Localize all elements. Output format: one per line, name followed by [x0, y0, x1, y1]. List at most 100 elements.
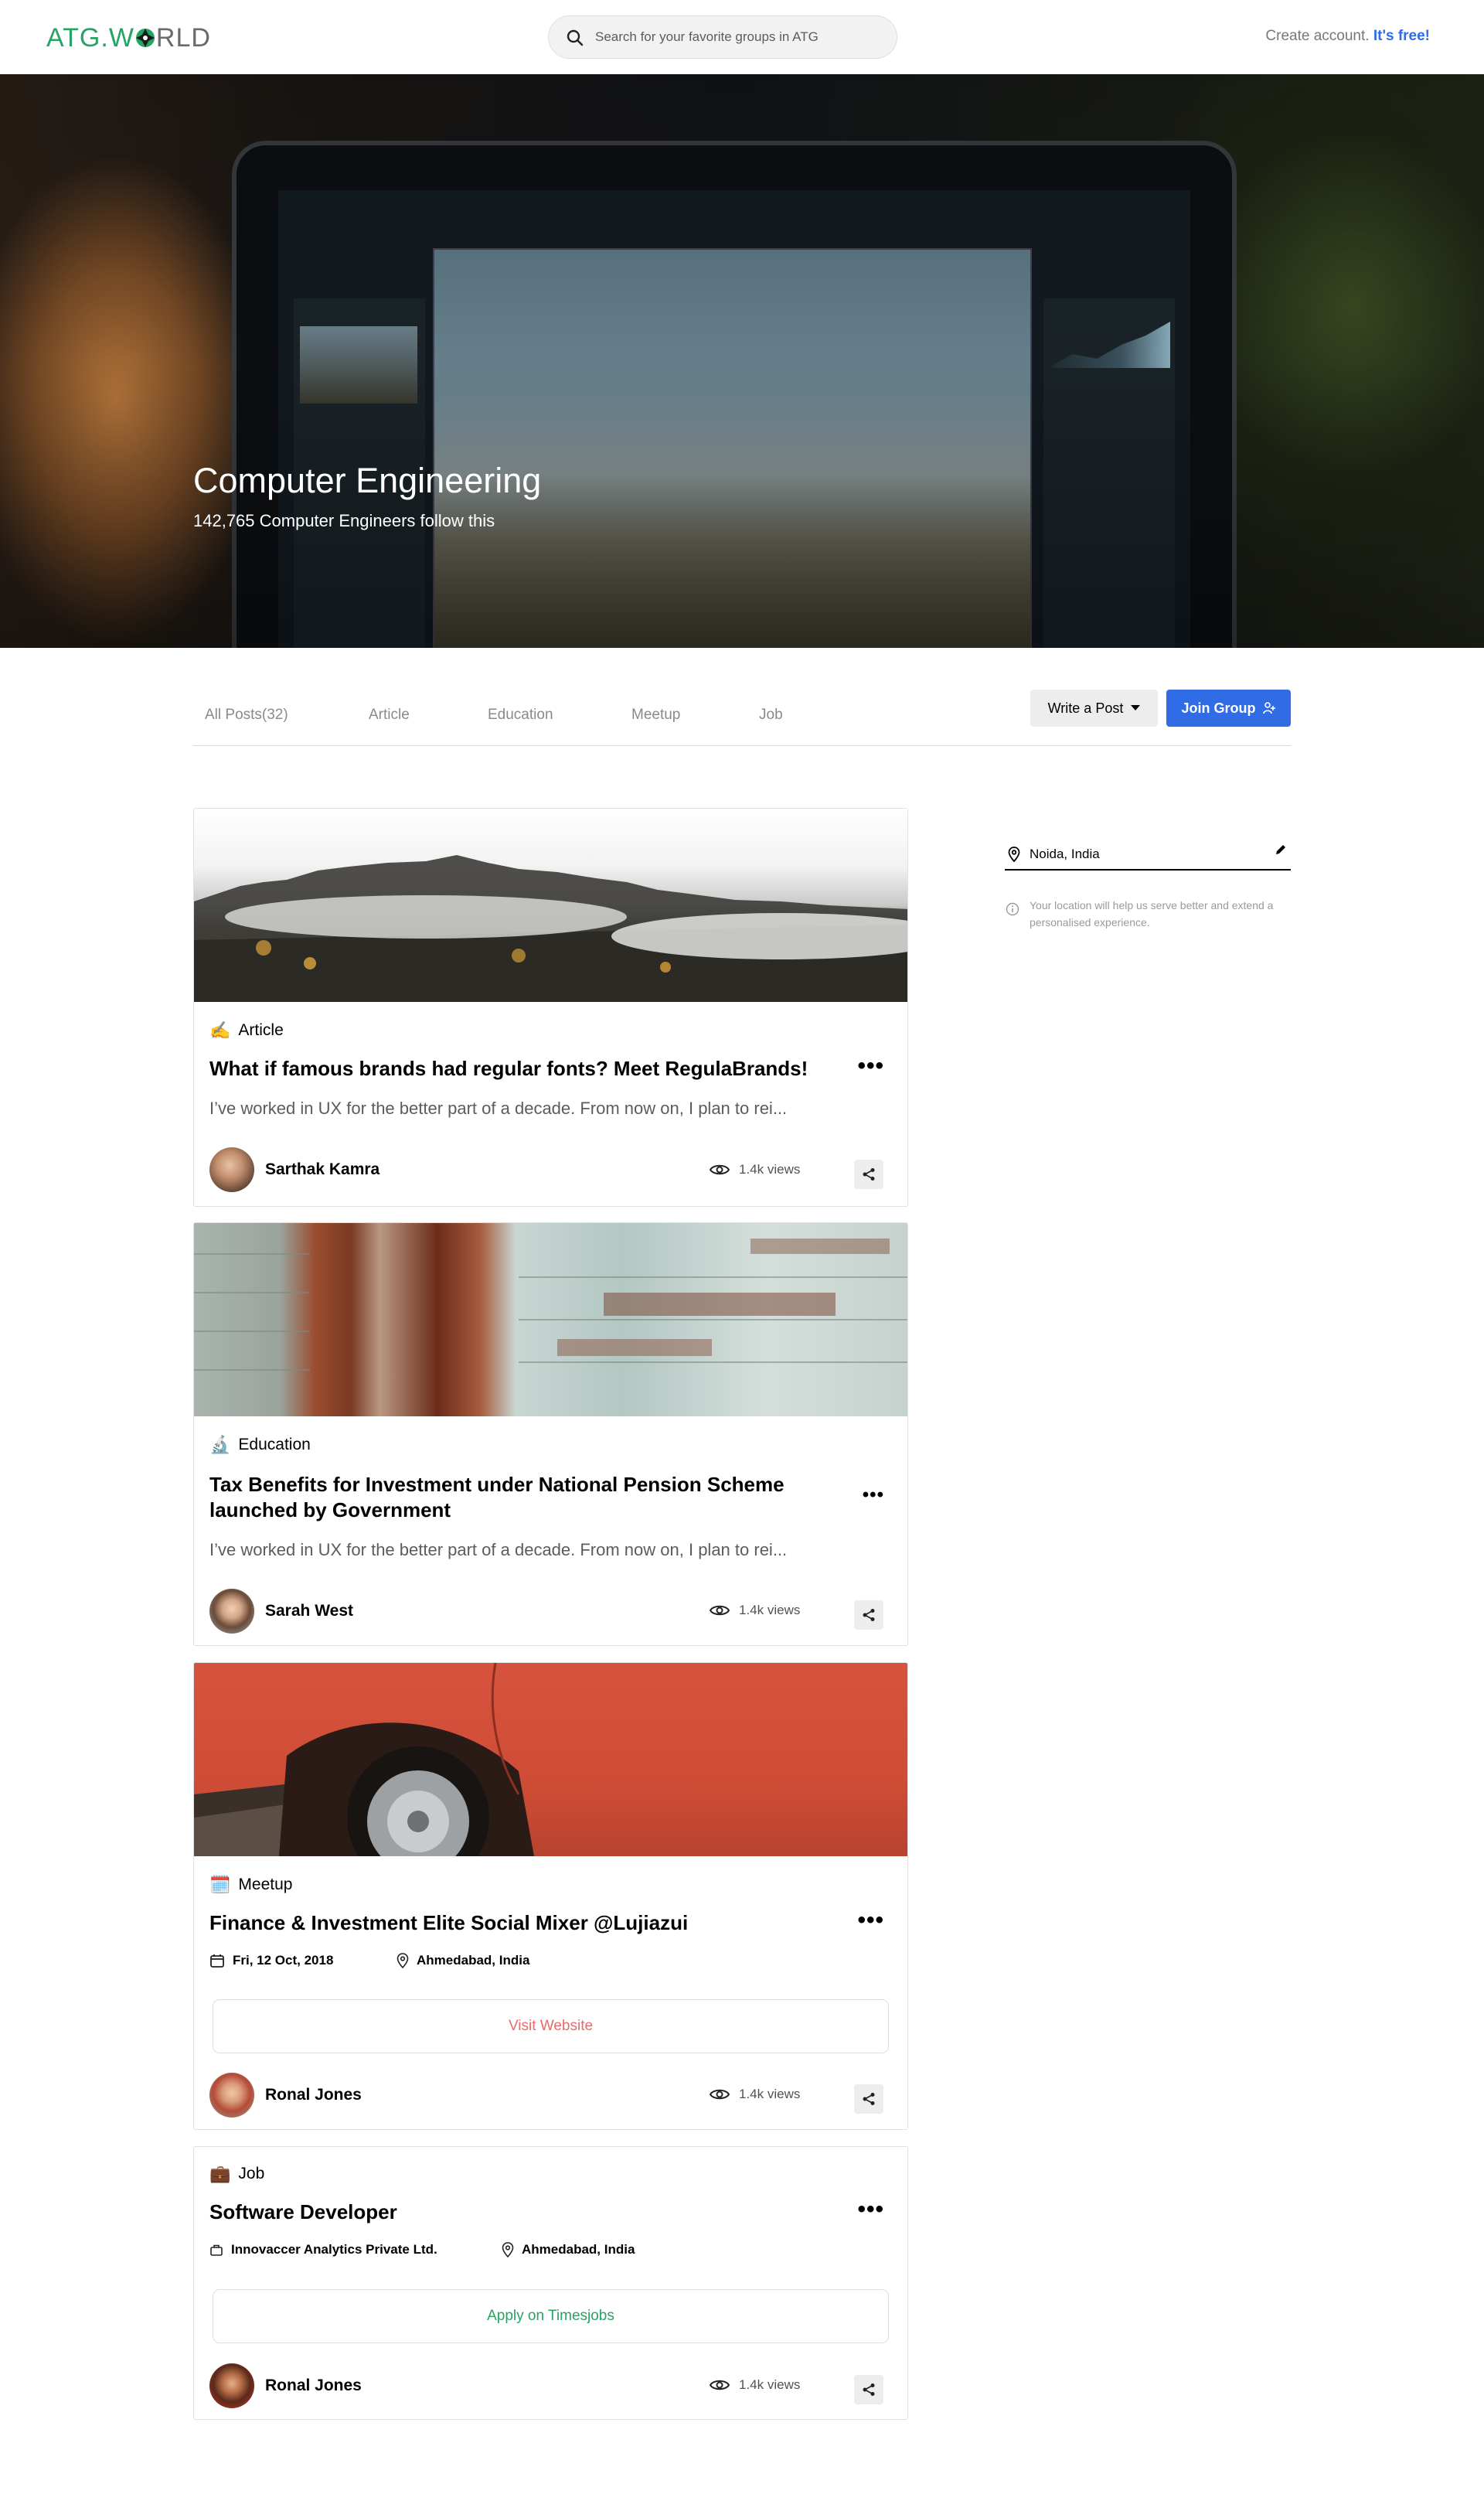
event-location-text: Ahmedabad, India	[417, 1953, 530, 1968]
share-button[interactable]	[854, 1160, 883, 1189]
logo-text-right: RLD	[155, 23, 211, 53]
share-icon	[863, 2093, 875, 2105]
post-excerpt: I’ve worked in UX for the better part of…	[209, 1540, 788, 1559]
job-location: Ahmedabad, India	[502, 2242, 635, 2257]
group-followers: 142,765 Computer Engineers follow this	[193, 511, 495, 530]
post-category: 💼 Job	[209, 2164, 264, 2184]
location-value: Noida, India	[1030, 847, 1100, 861]
post-author[interactable]: Ronal Jones	[209, 2363, 362, 2408]
avatar	[209, 2073, 254, 2118]
search-icon	[567, 29, 584, 46]
category-label: Article	[238, 1021, 284, 1039]
avatar	[209, 2363, 254, 2408]
category-label: Job	[238, 2165, 265, 2182]
job-company-text: Innovaccer Analytics Private Ltd.	[231, 2242, 437, 2257]
calendar-icon: 🗓️	[209, 1875, 231, 1894]
share-button[interactable]	[854, 2084, 883, 2114]
create-account-link[interactable]: Create account. It's free!	[1265, 28, 1430, 45]
post-author[interactable]: Sarah West	[209, 1589, 353, 1634]
post-image	[194, 1223, 907, 1416]
logo-text-left: ATG.W	[46, 23, 134, 53]
avatar	[209, 1589, 254, 1634]
visit-website-button[interactable]: Visit Website	[213, 1999, 889, 2053]
search-input[interactable]: Search for your favorite groups in ATG	[548, 15, 897, 59]
job-company: Innovaccer Analytics Private Ltd.	[209, 2242, 437, 2257]
view-count: 1.4k views	[710, 1603, 800, 1618]
caret-down-icon	[1131, 705, 1141, 710]
event-location: Ahmedabad, India	[397, 1953, 529, 1968]
location-pin-icon	[1008, 847, 1020, 862]
post-author[interactable]: Sarthak Kamra	[209, 1147, 380, 1192]
top-navbar: ATG.W RLD Search for your favorite groups…	[0, 0, 1484, 74]
author-name: Sarthak Kamra	[265, 1160, 380, 1178]
edit-pencil-icon[interactable]	[1274, 843, 1288, 857]
share-button[interactable]	[854, 1600, 883, 1630]
tab-article[interactable]: Article	[369, 707, 410, 724]
group-title: Computer Engineering	[193, 461, 542, 500]
join-group-label: Join Group	[1181, 700, 1256, 716]
join-group-icon	[1262, 702, 1275, 714]
tab-job[interactable]: Job	[759, 707, 783, 724]
share-button[interactable]	[854, 2375, 883, 2404]
author-name: Ronal Jones	[265, 2377, 362, 2394]
more-options-icon[interactable]: •••	[857, 2196, 884, 2223]
view-count: 1.4k views	[710, 2377, 800, 2393]
post-title[interactable]: Software Developer	[209, 2199, 828, 2225]
share-icon	[863, 1168, 875, 1181]
post-category: 🗓️ Meetup	[209, 1875, 292, 1895]
post-card-job[interactable]: 💼 Job Software Developer ••• Innovaccer …	[193, 2146, 908, 2420]
eye-icon	[710, 1164, 730, 1175]
avatar	[209, 1147, 254, 1192]
tab-all-posts[interactable]: All Posts(32)	[205, 707, 288, 724]
apply-button[interactable]: Apply on Timesjobs	[213, 2289, 889, 2343]
tab-meetup[interactable]: Meetup	[631, 707, 680, 724]
briefcase-icon: 💼	[209, 2164, 231, 2183]
eye-icon	[710, 1605, 730, 1616]
view-count: 1.4k views	[710, 1162, 800, 1177]
location-note: Your location will help us serve better …	[1030, 899, 1274, 929]
author-name: Sarah West	[265, 1602, 353, 1620]
location-field[interactable]: Noida, India	[1005, 840, 1291, 871]
tab-education[interactable]: Education	[488, 707, 553, 724]
post-card-article[interactable]: ✍️ Article What if famous brands had reg…	[193, 808, 908, 1207]
post-card-meetup[interactable]: 🗓️ Meetup Finance & Investment Elite Soc…	[193, 1662, 908, 2130]
post-author[interactable]: Ronal Jones	[209, 2073, 362, 2118]
calendar-outline-icon	[210, 1954, 224, 1968]
views-label: 1.4k views	[739, 1603, 801, 1617]
category-label: Education	[238, 1436, 311, 1453]
views-label: 1.4k views	[739, 2087, 801, 2101]
more-options-icon[interactable]: •••	[857, 1053, 884, 1079]
account-cta: It's free!	[1373, 28, 1430, 44]
post-category: ✍️ Article	[209, 1021, 284, 1041]
company-bag-icon	[210, 2244, 223, 2256]
views-label: 1.4k views	[739, 1162, 801, 1177]
post-image	[194, 809, 907, 1002]
view-count: 1.4k views	[710, 2087, 800, 2102]
info-icon	[1006, 902, 1019, 916]
post-image	[194, 1663, 907, 1856]
post-title[interactable]: What if famous brands had regular fonts?…	[209, 1056, 828, 1082]
post-title[interactable]: Finance & Investment Elite Social Mixer …	[209, 1910, 828, 1936]
share-icon	[863, 1609, 875, 1621]
post-card-education[interactable]: 🔬 Education Tax Benefits for Investment …	[193, 1222, 908, 1646]
job-location-text: Ahmedabad, India	[522, 2242, 635, 2257]
write-post-label: Write a Post	[1047, 700, 1124, 716]
hero-banner: Computer Engineering 142,765 Computer En…	[0, 74, 1484, 648]
post-title[interactable]: Tax Benefits for Investment under Nation…	[209, 1472, 828, 1523]
event-date: Fri, 12 Oct, 2018	[209, 1953, 333, 1968]
search-placeholder: Search for your favorite groups in ATG	[595, 29, 819, 44]
microscope-icon: 🔬	[209, 1435, 231, 1454]
more-options-icon[interactable]: •••	[863, 1484, 884, 1506]
post-category: 🔬 Education	[209, 1435, 311, 1455]
account-text: Create account.	[1265, 28, 1370, 44]
write-post-button[interactable]: Write a Post	[1030, 690, 1158, 727]
globe-icon	[135, 29, 155, 47]
more-options-icon[interactable]: •••	[857, 1907, 884, 1934]
post-excerpt: I’ve worked in UX for the better part of…	[209, 1099, 788, 1118]
author-name: Ronal Jones	[265, 2086, 362, 2104]
atg-logo[interactable]: ATG.W RLD	[46, 23, 211, 53]
eye-icon	[710, 2380, 730, 2390]
category-label: Meetup	[238, 1876, 293, 1893]
writing-hand-icon: ✍️	[209, 1021, 231, 1040]
join-group-button[interactable]: Join Group	[1166, 690, 1291, 727]
